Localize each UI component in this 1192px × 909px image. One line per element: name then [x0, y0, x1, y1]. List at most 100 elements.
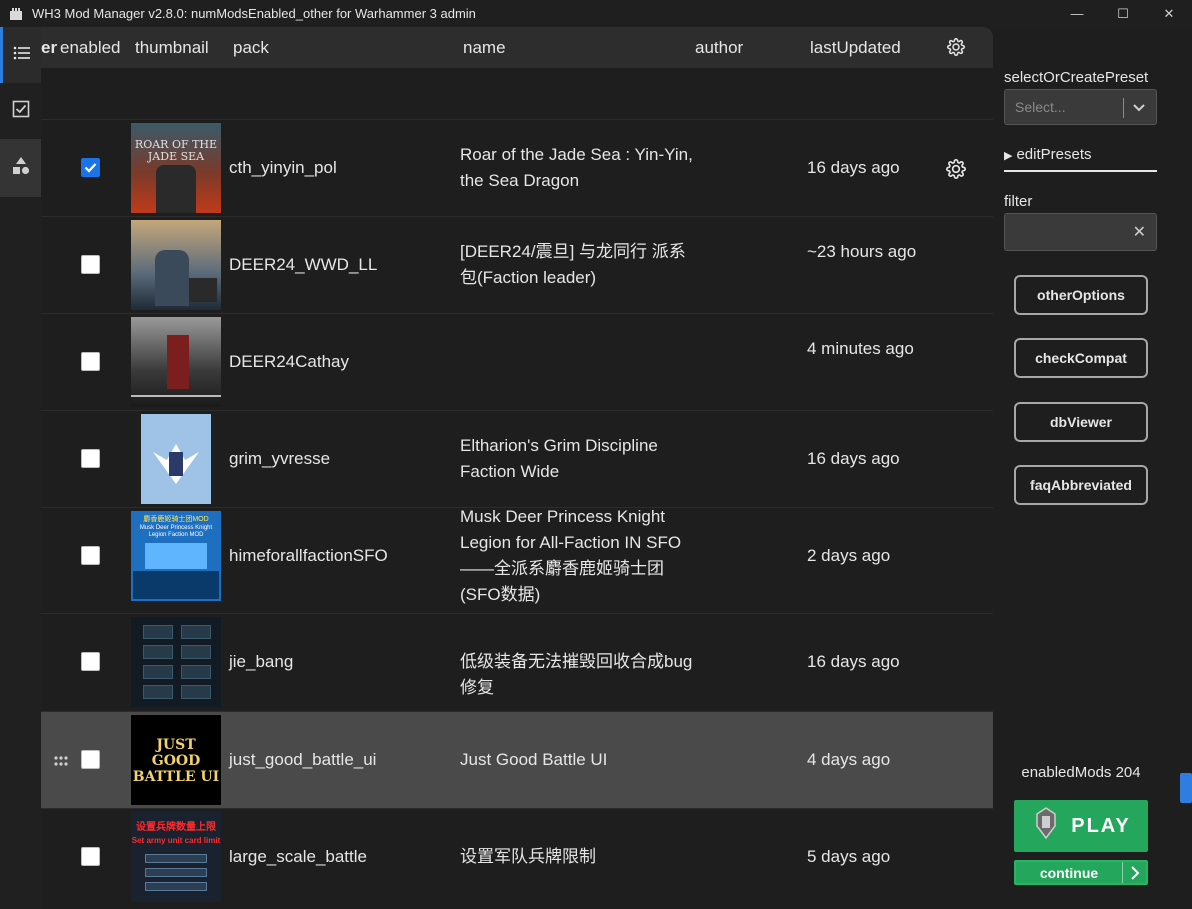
enable-checkbox[interactable] — [81, 449, 100, 468]
last-updated: ~23 hours ago — [807, 242, 917, 261]
table-row[interactable]: 229JUST GOOD BATTLE UIjust_good_battle_u… — [0, 711, 993, 808]
pack-name: DEER24_WWD_LL — [229, 255, 378, 274]
db-viewer-button[interactable]: dbViewer — [1014, 402, 1148, 442]
preset-label: selectOrCreatePreset — [1004, 69, 1149, 86]
chevron-down-icon[interactable] — [1131, 98, 1147, 121]
edit-presets-label: editPresets — [1016, 146, 1092, 163]
enable-checkbox[interactable] — [81, 255, 100, 274]
clear-filter-icon[interactable]: ✕ — [1133, 222, 1146, 242]
app-icon — [8, 6, 24, 22]
continue-button[interactable]: continue — [1014, 860, 1148, 885]
header-thumbnail[interactable]: thumbnail — [135, 38, 209, 58]
mod-name: 低级装备无法摧毁回收合成bug修复 — [460, 652, 693, 697]
thumb-text: JUST GOOD BATTLE UI — [132, 737, 220, 785]
mod-thumbnail — [131, 317, 221, 407]
table-row[interactable]: 226grim_yvresseEltharion's Grim Discipli… — [0, 410, 993, 507]
scrollbar[interactable] — [1176, 27, 1192, 909]
filter-label: filter — [1004, 193, 1033, 210]
title-bar: WH3 Mod Manager v2.8.0: numModsEnabled_o… — [0, 0, 1192, 27]
table-header: er enabled thumbnail pack name author la… — [41, 27, 993, 68]
shapes-icon — [11, 156, 31, 181]
mod-thumbnail: 麝香鹿姬骑士团MOD Musk Deer Princess Knight Legi… — [131, 511, 221, 601]
minimize-button[interactable]: — — [1054, 0, 1100, 27]
header-pack[interactable]: pack — [233, 38, 269, 58]
table-row[interactable]: 225DEER24Cathay4 minutes ago — [0, 313, 993, 410]
left-nav — [0, 27, 41, 909]
mod-name: Just Good Battle UI — [460, 750, 608, 769]
last-updated: 5 days ago — [807, 847, 891, 866]
table-row[interactable]: ROAR OF THE JADE SEA cth_yinyin_pol Roar o… — [0, 119, 993, 216]
last-updated: 2 days ago — [807, 546, 891, 565]
table-row[interactable]: 228jie_bang低级装备无法摧毁回收合成bug修复16 days ago — [0, 613, 993, 710]
maximize-button[interactable]: ☐ — [1100, 0, 1146, 27]
thumb-text: Musk Deer Princess Knight Legion Faction… — [139, 525, 213, 538]
enable-checkbox[interactable] — [81, 158, 100, 177]
pack-name: grim_yvresse — [229, 449, 331, 468]
nav-categories[interactable] — [0, 139, 41, 197]
last-updated: 4 days ago — [807, 750, 891, 769]
enable-checkbox[interactable] — [81, 352, 100, 371]
edit-presets-toggle[interactable]: ▶ editPresets — [1004, 146, 1157, 172]
pack-name: DEER24Cathay — [229, 352, 350, 371]
warhammer-logo-icon — [1031, 806, 1061, 846]
header-lastupdated[interactable]: lastUpdated — [810, 38, 901, 58]
table-row[interactable]: 224DEER24_WWD_LL[DEER24/震旦] 与龙同行 派系包(Fac… — [0, 216, 993, 313]
play-label: PLAY — [1071, 814, 1131, 837]
close-button[interactable]: ✕ — [1146, 0, 1192, 27]
pack-name: himeforallfactionSFO — [229, 546, 388, 565]
chevron-right-icon[interactable] — [1122, 862, 1146, 883]
preset-select[interactable]: Select... — [1004, 89, 1157, 125]
other-options-button[interactable]: otherOptions — [1014, 275, 1148, 315]
enable-checkbox[interactable] — [81, 546, 100, 565]
continue-label: continue — [1039, 864, 1099, 881]
last-updated: 16 days ago — [807, 652, 900, 671]
pack-name: cth_yinyin_pol — [229, 158, 337, 177]
enable-checkbox[interactable] — [81, 750, 100, 769]
last-updated: 4 minutes ago — [807, 339, 914, 358]
mod-name: Musk Deer Princess Knight Legion for All… — [460, 507, 682, 604]
pack-name: large_scale_battle — [229, 847, 367, 866]
mod-name: Eltharion's Grim Discipline Faction Wide — [460, 436, 658, 481]
header-enabled[interactable]: enabled — [60, 38, 121, 58]
caret-right-icon: ▶ — [1004, 150, 1013, 162]
nav-mods-list[interactable] — [0, 27, 41, 83]
mod-thumbnail: JUST GOOD BATTLE UI — [131, 715, 221, 805]
thumb-text: 麝香鹿姬骑士团MOD — [143, 516, 209, 523]
mod-thumbnail — [131, 617, 221, 707]
thumb-text: Set army unit card limit — [131, 836, 221, 845]
window-title: WH3 Mod Manager v2.8.0: numModsEnabled_o… — [32, 6, 476, 21]
nav-enabled-mods[interactable] — [0, 83, 41, 139]
mod-thumbnail — [131, 220, 221, 310]
pack-name: jie_bang — [229, 652, 294, 671]
list-icon — [13, 45, 31, 66]
checkbox-icon — [12, 100, 30, 123]
mod-thumbnail — [131, 414, 221, 504]
mod-name: [DEER24/震旦] 与龙同行 派系包(Faction leader) — [460, 242, 686, 287]
enable-checkbox[interactable] — [81, 847, 100, 866]
header-order[interactable]: er — [41, 38, 57, 58]
mod-settings-gear-icon[interactable] — [946, 159, 966, 184]
last-updated: 16 days ago — [807, 449, 900, 468]
mod-name: Roar of the Jade Sea : Yin-Yin, the Sea … — [460, 145, 693, 190]
enable-checkbox[interactable] — [81, 652, 100, 671]
enabled-mods-count: enabledMods 204 — [1021, 764, 1141, 781]
scrollbar-thumb[interactable] — [1180, 773, 1192, 803]
check-compat-button[interactable]: checkCompat — [1014, 338, 1148, 378]
header-author[interactable]: author — [695, 38, 743, 58]
column-settings-gear-icon[interactable] — [947, 38, 965, 61]
mod-name: 设置军队兵牌限制 — [460, 847, 596, 866]
last-updated: 16 days ago — [807, 158, 900, 177]
preset-placeholder: Select... — [1015, 99, 1066, 115]
thumb-text: ROAR OF THE JADE SEA — [134, 138, 218, 163]
faq-abbreviated-button[interactable]: faqAbbreviated — [1014, 465, 1148, 505]
table-row[interactable]: 227麝香鹿姬骑士团MODMusk Deer Princess Knight L… — [0, 507, 993, 604]
mod-thumbnail: 设置兵牌数量上限 Set army unit card limit — [131, 812, 221, 902]
play-button[interactable]: PLAY — [1014, 800, 1148, 852]
mods-table: cth_jadepirateYin, the Sea Dragon: Jade … — [0, 27, 993, 909]
drag-handle-icon[interactable] — [53, 754, 69, 772]
filter-input[interactable]: ✕ — [1004, 213, 1157, 251]
mod-thumbnail: ROAR OF THE JADE SEA — [131, 123, 221, 213]
table-row[interactable]: 230设置兵牌数量上限Set army unit card limitlarge… — [0, 808, 993, 905]
header-name[interactable]: name — [463, 38, 506, 58]
thumb-text: 设置兵牌数量上限 — [136, 822, 216, 833]
